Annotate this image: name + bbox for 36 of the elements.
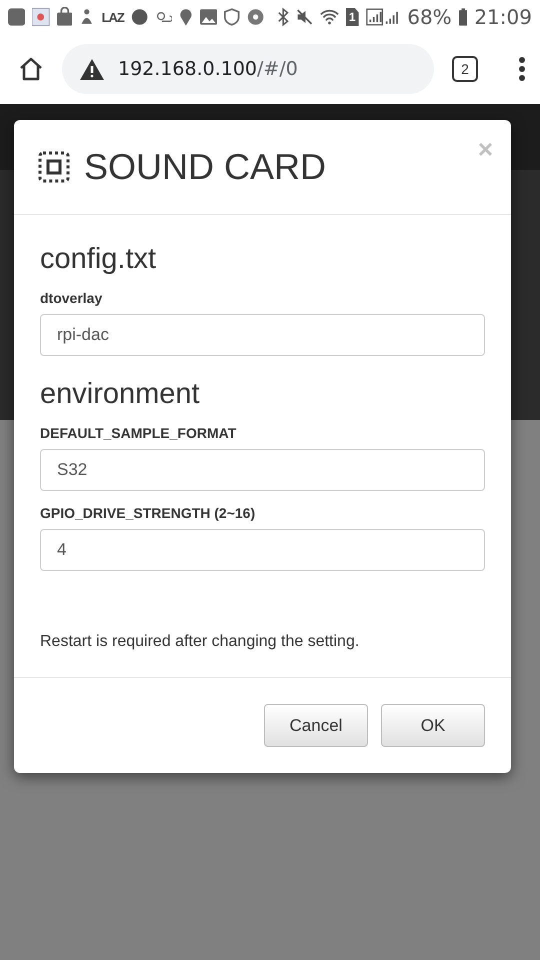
location-pin-icon [179, 7, 194, 27]
mute-icon [296, 7, 313, 27]
battery-percent: 68% [407, 5, 452, 29]
dialog-title: SOUND CARD [84, 146, 326, 188]
app-icon [32, 7, 50, 27]
image-icon [200, 8, 218, 26]
battery-icon [458, 7, 468, 27]
field-label: DEFAULT_SAMPLE_FORMAT [40, 425, 238, 441]
warning-icon [80, 58, 104, 80]
app-label: LAZ [102, 10, 124, 24]
figure-icon [79, 7, 95, 27]
sim-indicator: 1 [346, 8, 359, 26]
field-label: dtoverlay [40, 290, 104, 306]
section-heading: environment [40, 378, 201, 411]
tab-count[interactable]: 2 [452, 56, 478, 82]
shopping-bag-icon [56, 7, 72, 27]
section-heading: config.txt [40, 243, 158, 276]
chip-icon [38, 151, 70, 183]
signal-icon [366, 7, 400, 27]
home-icon[interactable] [18, 56, 44, 82]
field-label: GPIO_DRIVE_STRENGTH (2~16) [40, 505, 256, 521]
menu-icon[interactable] [518, 57, 526, 81]
wifi-icon [320, 8, 339, 26]
input-field[interactable]: S32 [40, 449, 485, 491]
bluetooth-icon [278, 7, 289, 27]
ok-button[interactable]: OK [381, 704, 485, 747]
ball-icon [246, 7, 264, 27]
shield-icon [224, 7, 240, 27]
input-field[interactable]: rpi-dac [40, 314, 485, 356]
cancel-button[interactable]: Cancel [264, 704, 368, 747]
address-bar[interactable]: 192.168.0.100/#/0 [62, 44, 434, 94]
app-icon [8, 7, 26, 27]
input-field[interactable]: 4 [40, 529, 485, 571]
url-text: 192.168.0.100/#/0 [118, 58, 298, 80]
clock: 21:09 [474, 5, 532, 29]
restart-note: Restart is required after changing the setting. [40, 633, 360, 651]
